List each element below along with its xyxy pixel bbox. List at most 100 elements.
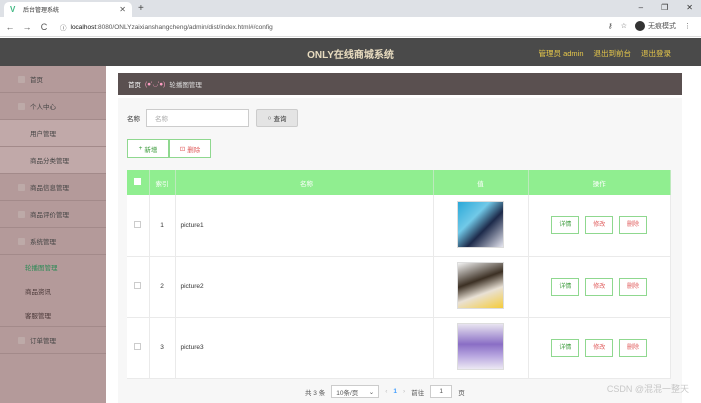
logout-link[interactable]: 退出登录 (641, 48, 671, 59)
sidebar-item-users[interactable]: 用户管理 (0, 120, 106, 147)
to-front-link[interactable]: 退出到前台 (594, 48, 632, 59)
sidebar-item-news[interactable]: 商品资讯 (0, 279, 106, 303)
sidebar-item-label: 商品信息管理 (30, 185, 69, 192)
breadcrumb-home[interactable]: 首页 (128, 79, 141, 89)
window-controls: – ❐ ✕ (639, 3, 693, 12)
sidebar-item-label: 商品资讯 (25, 289, 51, 296)
row-actions: 详情 修改 删除 (528, 256, 671, 318)
star-icon[interactable]: ☆ (621, 22, 627, 30)
table-row: 3 picture3 详情 修改 删除 (127, 317, 671, 379)
total-count: 共 3 条 (305, 389, 326, 397)
close-window-button[interactable]: ✕ (686, 3, 693, 12)
add-button[interactable]: + 新增 (127, 139, 169, 158)
row-checkbox[interactable] (127, 317, 150, 379)
page-size-value: 10条/页 (336, 389, 359, 397)
sidebar-item-system[interactable]: 系统管理 (0, 228, 106, 255)
new-tab-button[interactable]: + (138, 3, 144, 14)
detail-button[interactable]: 详情 (551, 277, 580, 296)
forward-button[interactable]: → (20, 22, 34, 32)
row-index: 2 (149, 256, 176, 318)
sidebar-item-service[interactable]: 客服管理 (0, 303, 106, 327)
maximize-button[interactable]: ❐ (661, 3, 668, 12)
minimize-button[interactable]: – (639, 3, 643, 12)
site-info-icon[interactable]: ⓘ (60, 22, 67, 32)
incognito-indicator[interactable]: 无痕模式 (635, 21, 676, 31)
column-header-name: 名称 (175, 170, 434, 195)
system-icon (18, 237, 25, 245)
search-button[interactable]: ○ 查询 (256, 109, 298, 127)
sidebar-item-goods[interactable]: 商品信息管理 (0, 174, 106, 201)
incognito-icon (635, 21, 645, 31)
goods-icon (18, 183, 25, 191)
admin-label: 管理员 admin (538, 49, 584, 58)
row-image-cell (433, 256, 529, 318)
back-button[interactable]: ← (3, 22, 17, 32)
row-checkbox[interactable] (127, 256, 150, 318)
browser-tab-bar: V 后台管理系统 ✕ + – ❐ ✕ (0, 0, 701, 17)
url-field[interactable]: ⓘ localhost :8080/ONLYzaixianshangcheng/… (60, 20, 580, 34)
chevron-down-icon: ⌄ (368, 388, 375, 396)
goto-page-input[interactable]: 1 (430, 385, 453, 398)
prev-page-button[interactable]: ‹ (385, 388, 387, 395)
table-row: 2 picture2 详情 修改 删除 (127, 256, 671, 318)
delete-button[interactable]: 删除 (619, 216, 648, 235)
pagination: 共 3 条 10条/页 ⌄ ‹ 1 › 前往 1 页 (305, 385, 465, 398)
key-icon[interactable]: ⚷ (608, 22, 613, 30)
column-header-ops: 操作 (528, 170, 671, 195)
menu-kebab-icon[interactable]: ⋮ (684, 22, 691, 30)
plus-icon: + (138, 145, 143, 152)
row-name: picture1 (175, 195, 434, 257)
select-all-checkbox[interactable] (127, 170, 150, 195)
orders-icon (18, 336, 25, 344)
carousel-image[interactable] (457, 262, 504, 309)
incognito-label: 无痕模式 (648, 23, 676, 30)
sidebar-item-label: 商品分类管理 (30, 158, 69, 165)
sidebar-item-orders[interactable]: 订单管理 (0, 327, 106, 354)
column-header-index: 索引 (149, 170, 176, 195)
sidebar-item-label: 首页 (30, 77, 43, 84)
tab-close-icon[interactable]: ✕ (119, 5, 126, 14)
sidebar-item-label: 商品评价管理 (30, 212, 69, 219)
carousel-table: 索引 名称 值 操作 1 picture1 详情 修改 删除 2 picture… (127, 170, 671, 379)
sidebar-item-label: 个人中心 (30, 104, 56, 111)
review-icon (18, 210, 25, 218)
row-index: 3 (149, 317, 176, 379)
detail-button[interactable]: 详情 (551, 338, 580, 357)
delete-button-label: 删除 (187, 146, 201, 154)
delete-button[interactable]: 删除 (619, 277, 648, 296)
next-page-button[interactable]: › (403, 388, 405, 395)
carousel-image[interactable] (457, 323, 504, 370)
url-path: :8080/ONLYzaixianshangcheng/admin/dist/i… (96, 23, 273, 31)
sidebar-item-category[interactable]: 商品分类管理 (0, 147, 106, 174)
address-bar-actions: ⚷ ☆ 无痕模式 ⋮ (608, 21, 691, 31)
search-input[interactable]: 名称 (146, 109, 249, 127)
detail-button[interactable]: 详情 (551, 216, 580, 235)
delete-button[interactable]: 删除 (619, 338, 648, 357)
sidebar-item-carousel[interactable]: 轮播图管理 (0, 255, 106, 279)
delete-icon: ⊡ (179, 145, 186, 153)
row-actions: 详情 修改 删除 (528, 195, 671, 257)
sidebar-item-label: 客服管理 (25, 312, 51, 320)
sidebar-item-reviews[interactable]: 商品评价管理 (0, 201, 106, 228)
page-size-select[interactable]: 10条/页 ⌄ (331, 385, 380, 398)
row-checkbox[interactable] (127, 195, 150, 257)
address-bar: ← → C ⓘ localhost :8080/ONLYzaixianshang… (0, 17, 701, 37)
search-icon: ○ (267, 114, 272, 122)
app-header: ONLY在线商城系统 管理员 admin 退出到前台 退出登录 (0, 38, 701, 66)
reload-button[interactable]: C (37, 22, 51, 32)
breadcrumb-current: 轮播图管理 (169, 82, 202, 89)
sidebar-item-profile[interactable]: 个人中心 (0, 93, 106, 120)
breadcrumb: 首页 (●'◡'●) 轮播图管理 (118, 73, 682, 95)
sidebar-item-label: 用户管理 (30, 131, 56, 138)
edit-button[interactable]: 修改 (585, 338, 614, 357)
row-name: picture3 (175, 317, 434, 379)
row-image-cell (433, 317, 529, 379)
carousel-image[interactable] (457, 200, 504, 248)
edit-button[interactable]: 修改 (585, 216, 614, 235)
browser-tab[interactable]: V 后台管理系统 ✕ (4, 2, 132, 17)
batch-delete-button[interactable]: ⊡ 删除 (169, 139, 211, 158)
row-actions: 详情 修改 删除 (528, 317, 671, 379)
edit-button[interactable]: 修改 (585, 277, 614, 296)
page-number[interactable]: 1 (393, 388, 397, 395)
sidebar-item-home[interactable]: 首页 (0, 66, 106, 93)
